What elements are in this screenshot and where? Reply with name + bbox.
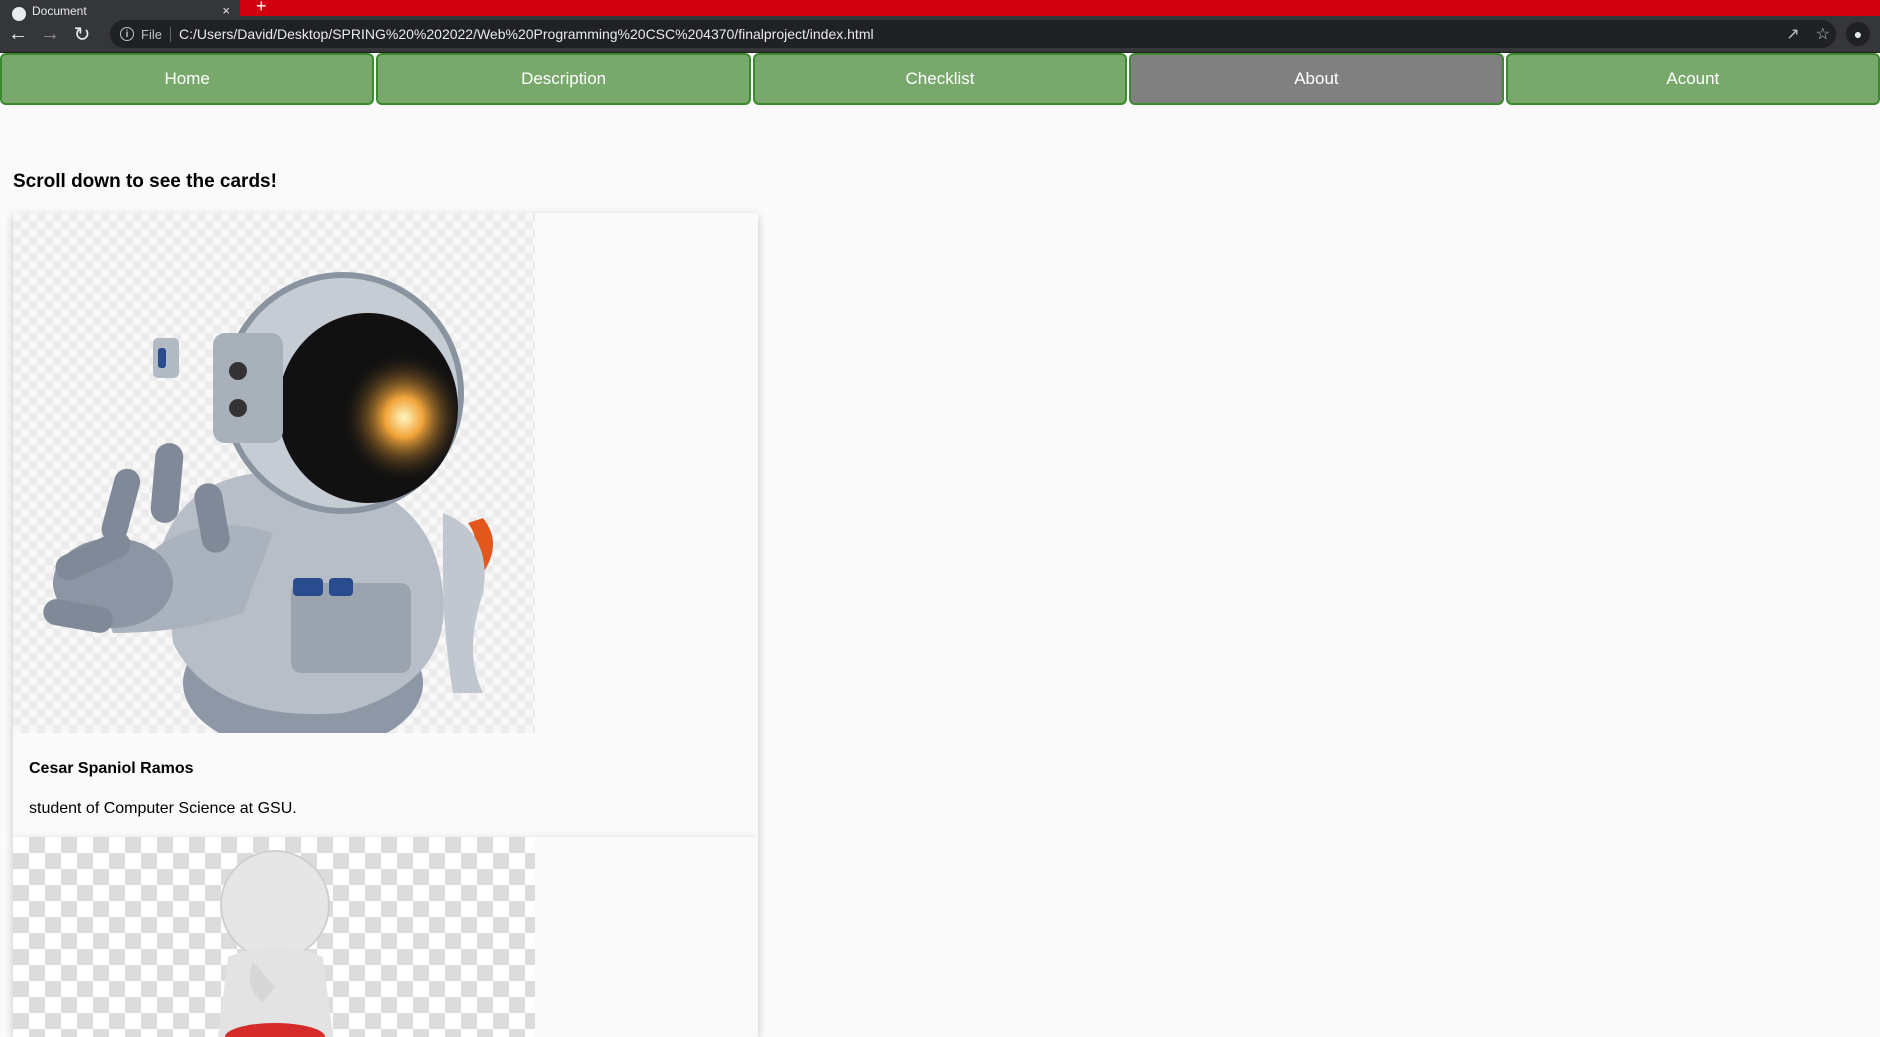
profile-card: Cesar Spaniol Ramos student of Computer …	[13, 213, 758, 837]
nav-checklist[interactable]: Checklist	[752, 53, 1128, 105]
url-text[interactable]: C:/Users/David/Desktop/SPRING%20%202022/…	[179, 26, 874, 42]
browser-toolbar: ← → ↻ i File C:/Users/David/Desktop/SPRI…	[0, 16, 1880, 53]
browser-tabstrip: Document × +	[0, 0, 1880, 21]
card-description: student of Computer Science at GSU.	[29, 800, 297, 817]
nav-home[interactable]: Home	[0, 53, 375, 105]
reload-icon[interactable]: ↻	[68, 20, 96, 48]
browser-tab[interactable]: Document ×	[0, 0, 240, 21]
profile-icon[interactable]: ●	[1846, 22, 1870, 46]
info-icon[interactable]: i	[120, 27, 134, 41]
thinking-figure-illustration	[218, 850, 333, 1037]
astronaut-illustration	[43, 272, 493, 733]
globe-icon	[12, 7, 26, 21]
site-nav: Home Description Checklist About Acount	[0, 53, 1880, 105]
close-icon[interactable]: ×	[222, 3, 230, 18]
new-tab-button[interactable]: +	[256, 0, 267, 17]
nav-description[interactable]: Description	[376, 53, 751, 105]
nav-acount[interactable]: Acount	[1505, 53, 1880, 105]
back-arrow-icon[interactable]: ←	[4, 20, 32, 48]
astronaut-image	[13, 213, 535, 733]
profile-card-2	[13, 837, 758, 1037]
address-bar[interactable]: i File C:/Users/David/Desktop/SPRING%20%…	[110, 20, 1836, 48]
thinking-figure-image	[13, 837, 535, 1037]
tab-title: Document	[32, 4, 87, 18]
star-icon[interactable]: ☆	[1816, 24, 1830, 44]
forward-arrow-icon[interactable]: →	[36, 20, 64, 48]
share-icon[interactable]: ↗	[1786, 24, 1799, 44]
file-label: File	[141, 26, 171, 42]
page-heading: Scroll down to see the cards!	[13, 171, 277, 192]
card-name: Cesar Spaniol Ramos	[29, 760, 194, 777]
nav-about[interactable]: About	[1129, 53, 1504, 105]
